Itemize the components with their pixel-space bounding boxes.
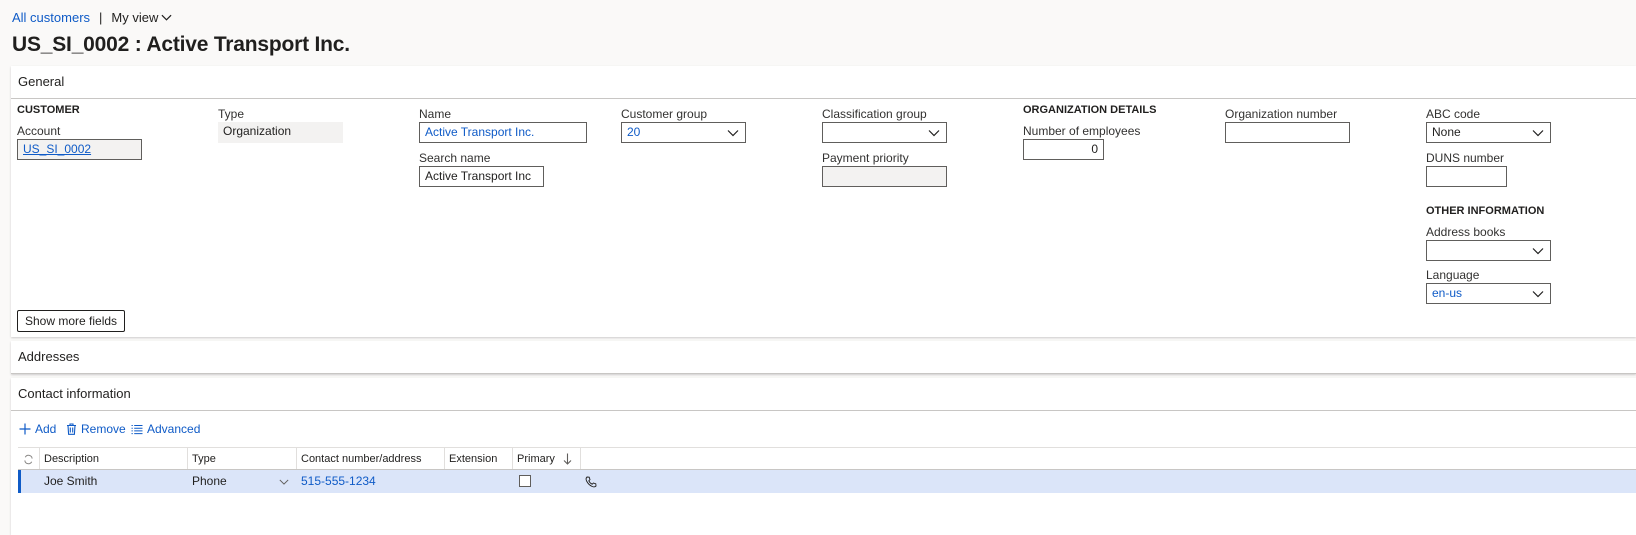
page-title: US_SI_0002 : Active Transport Inc. xyxy=(12,33,350,56)
contact-information-section-header[interactable]: Contact information xyxy=(11,378,1636,411)
search-name-field[interactable]: Active Transport Inc xyxy=(419,166,544,187)
organization-details-heading: ORGANIZATION DETAILS xyxy=(1023,104,1157,116)
general-section-header[interactable]: General xyxy=(11,66,1636,99)
column-header-type[interactable]: Type xyxy=(188,448,297,469)
name-value: Active Transport Inc. xyxy=(425,125,535,139)
plus-icon xyxy=(19,423,31,435)
other-information-heading: OTHER INFORMATION xyxy=(1426,205,1545,217)
table-row[interactable]: Joe Smith Phone 515-555-1234 xyxy=(18,470,1636,493)
addresses-section: Addresses xyxy=(11,341,1636,374)
phone-icon[interactable] xyxy=(585,476,597,488)
breadcrumb-separator: | xyxy=(99,10,103,25)
search-name-label: Search name xyxy=(419,151,491,165)
chevron-down-icon xyxy=(279,479,289,485)
account-label: Account xyxy=(17,124,61,138)
my-view-label: My view xyxy=(111,10,159,25)
language-value: en-us xyxy=(1432,286,1463,300)
list-icon xyxy=(131,424,143,434)
payment-priority-field[interactable] xyxy=(822,166,947,187)
organization-number-label: Organization number xyxy=(1225,107,1338,121)
column-header-description[interactable]: Description xyxy=(40,448,188,469)
abc-code-value: None xyxy=(1432,125,1461,139)
primary-checkbox[interactable] xyxy=(519,475,531,487)
employees-label: Number of employees xyxy=(1023,124,1141,138)
breadcrumb: All customers | My view xyxy=(12,10,172,25)
contact-grid: Description Type Contact number/address … xyxy=(18,447,1636,493)
refresh-column[interactable] xyxy=(18,448,40,469)
add-label: Add xyxy=(35,422,57,436)
chevron-down-icon xyxy=(1532,291,1544,298)
name-field[interactable]: Active Transport Inc. xyxy=(419,122,587,143)
customer-group-label: Customer group xyxy=(621,107,708,121)
cell-action xyxy=(581,470,1636,493)
column-header-primary[interactable]: Primary xyxy=(513,448,581,469)
customer-group-select[interactable]: 20 xyxy=(621,122,746,143)
add-button[interactable]: Add xyxy=(19,422,56,436)
trash-icon xyxy=(67,423,76,435)
duns-number-field[interactable] xyxy=(1426,166,1507,187)
type-label: Type xyxy=(218,107,245,121)
language-select[interactable]: en-us xyxy=(1426,283,1551,304)
remove-label: Remove xyxy=(81,422,126,436)
remove-button[interactable]: Remove xyxy=(66,422,126,436)
address-books-select[interactable] xyxy=(1426,240,1551,261)
cell-primary xyxy=(513,470,581,493)
cell-type-value: Phone xyxy=(192,474,227,488)
grid-header-row: Description Type Contact number/address … xyxy=(18,447,1636,470)
payment-priority-label: Payment priority xyxy=(822,151,909,165)
chevron-down-icon xyxy=(928,130,940,137)
classification-group-label: Classification group xyxy=(822,107,927,121)
column-header-spacer xyxy=(581,448,1636,469)
chevron-down-icon xyxy=(727,130,739,137)
customer-group-heading: CUSTOMER xyxy=(17,104,80,116)
advanced-button[interactable]: Advanced xyxy=(131,422,200,436)
column-header-contact[interactable]: Contact number/address xyxy=(297,448,445,469)
employees-field[interactable]: 0 xyxy=(1023,139,1104,160)
column-header-extension[interactable]: Extension xyxy=(445,448,513,469)
cell-description[interactable]: Joe Smith xyxy=(40,470,188,493)
refresh-icon xyxy=(24,454,33,465)
cell-contact[interactable]: 515-555-1234 xyxy=(297,470,445,493)
addresses-section-header[interactable]: Addresses xyxy=(11,341,1636,374)
chevron-down-icon xyxy=(1532,248,1544,255)
advanced-label: Advanced xyxy=(147,422,201,436)
classification-group-select[interactable] xyxy=(822,122,947,143)
cell-extension[interactable] xyxy=(445,470,513,493)
sort-descending-icon xyxy=(563,453,572,465)
customer-group-value: 20 xyxy=(627,125,641,139)
abc-code-select[interactable]: None xyxy=(1426,122,1551,143)
chevron-down-icon xyxy=(1532,130,1544,137)
language-label: Language xyxy=(1426,268,1480,282)
name-label: Name xyxy=(419,107,452,121)
my-view-dropdown[interactable]: My view xyxy=(111,10,172,25)
chevron-down-icon xyxy=(161,14,172,21)
show-more-fields-button[interactable]: Show more fields xyxy=(17,310,126,332)
cell-type-select[interactable]: Phone xyxy=(188,470,297,493)
account-value[interactable]: US_SI_0002 xyxy=(23,142,91,156)
address-books-label: Address books xyxy=(1426,225,1506,239)
organization-number-field[interactable] xyxy=(1225,122,1350,143)
type-field: Organization xyxy=(218,122,343,143)
account-field[interactable]: US_SI_0002 xyxy=(17,139,142,160)
abc-code-label: ABC code xyxy=(1426,107,1481,121)
primary-header-label: Primary xyxy=(517,453,555,465)
row-selector[interactable] xyxy=(21,470,40,493)
duns-number-label: DUNS number xyxy=(1426,151,1505,165)
breadcrumb-all-customers[interactable]: All customers xyxy=(12,10,90,25)
